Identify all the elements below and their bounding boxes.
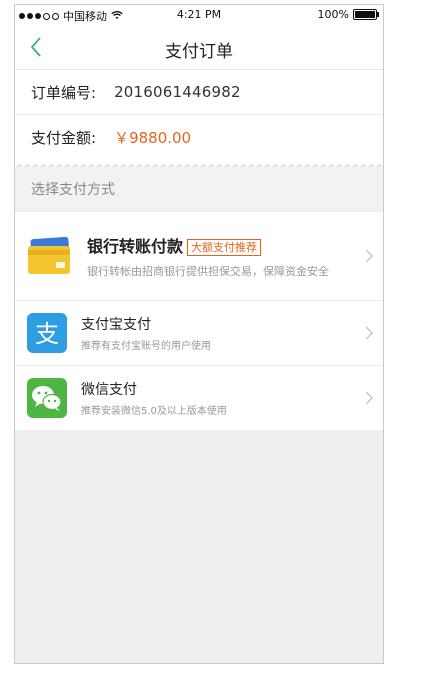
battery-icon [353, 9, 379, 20]
method-title-line: 银行转账付款 大额支付推荐 [87, 233, 383, 257]
pay-amount-label: 支付金额: [31, 128, 97, 147]
payment-methods-list: 银行转账付款 大额支付推荐 银行转帐由招商银行提供担保交易，保障资金安全 支 支付… [15, 211, 383, 430]
order-number-value: 2016061446982 [114, 83, 241, 101]
method-desc: 银行转帐由招商银行提供担保交易，保障资金安全 [87, 265, 329, 278]
phone-screen: 中国移动 4:21 PM 100% 支付订单 订单编号: 20160614469… [14, 4, 384, 664]
battery-percent: 100% [317, 8, 349, 21]
nav-bar: 支付订单 [15, 25, 383, 70]
method-texts: 微信支付 推荐安装微信5.0及以上版本使用 [81, 379, 383, 417]
status-right: 100% [317, 8, 379, 21]
page-title: 支付订单 [165, 42, 233, 62]
method-name: 微信支付 [81, 382, 137, 398]
order-number-label: 订单编号: [31, 83, 97, 102]
wechat-icon [27, 378, 67, 418]
method-name: 支付宝支付 [81, 317, 151, 333]
method-desc: 推荐安装微信5.0及以上版本使用 [81, 406, 227, 417]
method-texts: 银行转账付款 大额支付推荐 银行转帐由招商银行提供担保交易，保障资金安全 [87, 233, 383, 279]
method-name: 银行转账付款 [87, 237, 184, 256]
order-number-row: 订单编号: 2016061446982 [15, 70, 383, 115]
payment-methods-header: 选择支付方式 [15, 167, 383, 211]
svg-text:支: 支 [35, 320, 59, 348]
bank-card-icon [27, 236, 73, 276]
method-alipay[interactable]: 支 支付宝支付 推荐有支付宝账号的用户使用 [15, 300, 383, 365]
method-wechat[interactable]: 微信支付 推荐安装微信5.0及以上版本使用 [15, 365, 383, 430]
status-bar: 中国移动 4:21 PM 100% [15, 5, 383, 25]
pay-amount-row: 支付金额: ￥9880.00 [15, 115, 383, 159]
receipt-edge-divider [15, 159, 383, 167]
alipay-icon: 支 [27, 313, 67, 353]
recommend-badge: 大额支付推荐 [187, 239, 262, 256]
order-info: 订单编号: 2016061446982 支付金额: ￥9880.00 [15, 70, 383, 159]
method-texts: 支付宝支付 推荐有支付宝账号的用户使用 [81, 314, 383, 352]
pay-amount-value: ￥9880.00 [114, 128, 192, 147]
method-bank-transfer[interactable]: 银行转账付款 大额支付推荐 银行转帐由招商银行提供担保交易，保障资金安全 [15, 211, 383, 300]
method-desc: 推荐有支付宝账号的用户使用 [81, 341, 211, 352]
